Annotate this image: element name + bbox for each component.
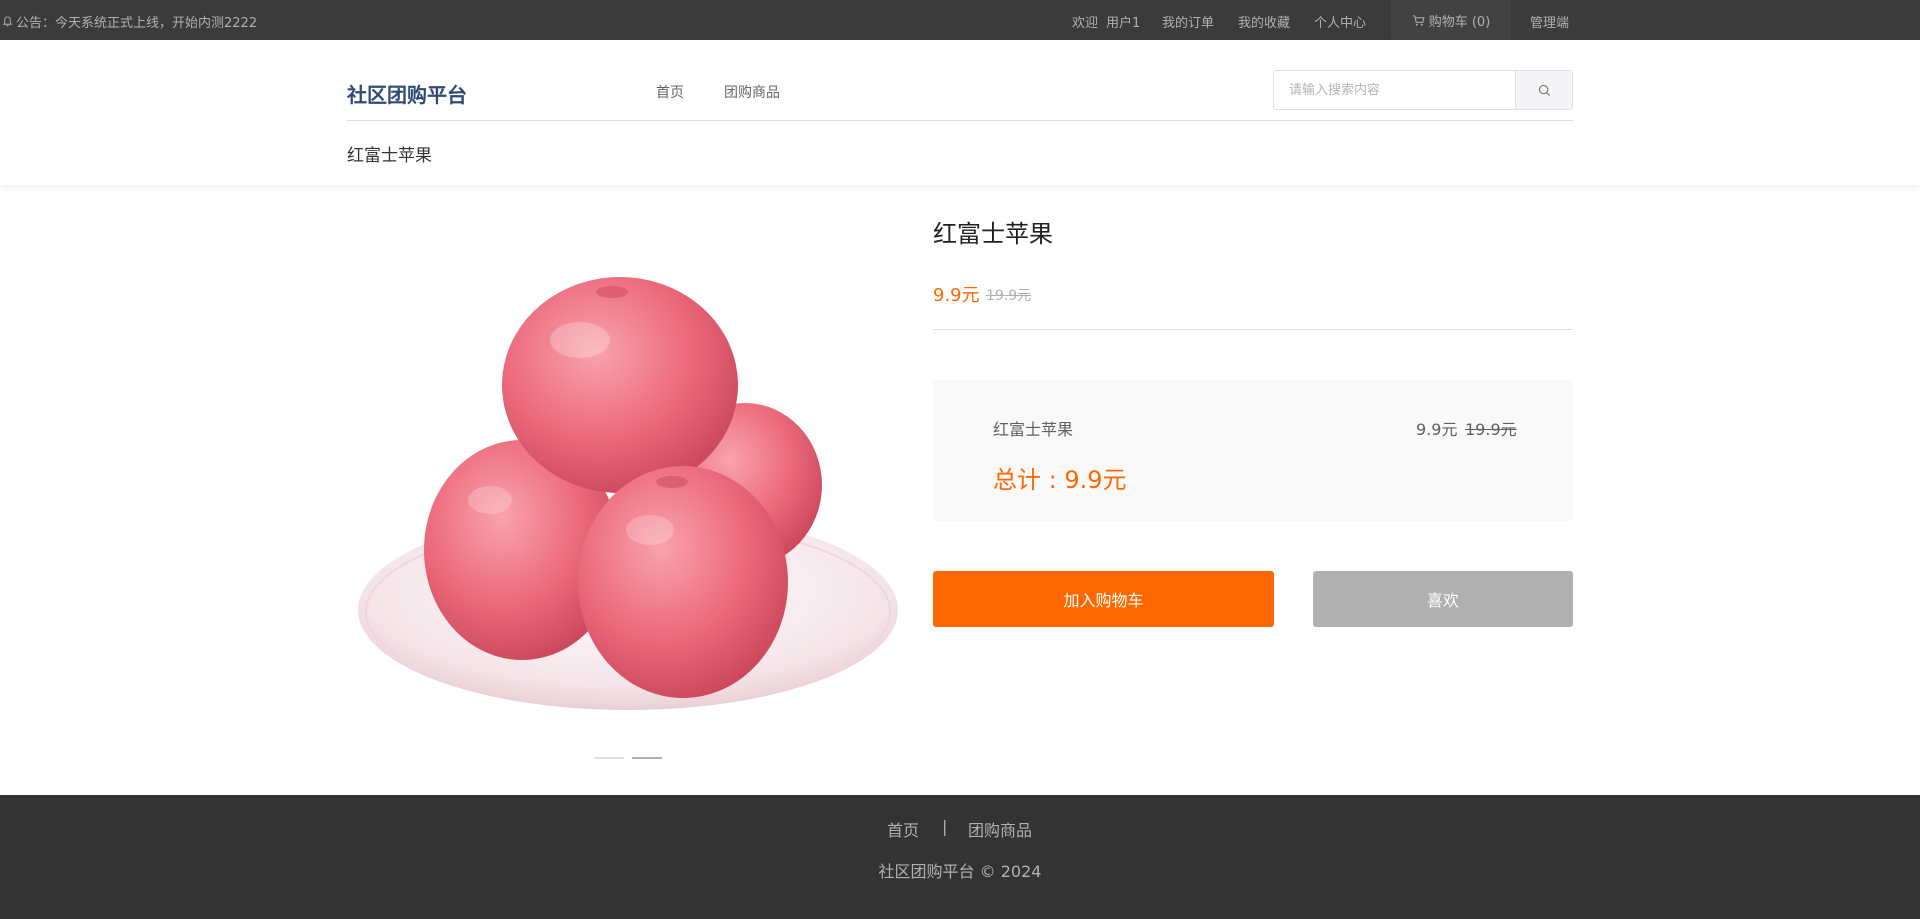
- add-to-cart-button[interactable]: 加入购物车: [933, 571, 1274, 627]
- like-button[interactable]: 喜欢: [1313, 571, 1573, 627]
- bell-icon: [2, 16, 13, 27]
- footer-link-group-products[interactable]: 团购商品: [968, 817, 1032, 841]
- welcome-label: 欢迎: [1072, 16, 1099, 31]
- site-footer: 首页 | 团购商品 社区团购平台 © 2024: [0, 795, 1920, 919]
- product-original-price: 19.9元: [986, 288, 1032, 304]
- carousel-dot-2[interactable]: [632, 757, 662, 759]
- breadcrumb: 红富士苹果: [347, 146, 432, 166]
- summary-total: 总计 : 9.9元: [993, 466, 1127, 494]
- summary-price: 9.9元: [1416, 420, 1458, 439]
- footer-separator: |: [942, 817, 948, 836]
- carousel-indicators: [594, 757, 662, 759]
- personal-center-link[interactable]: 个人中心: [1314, 12, 1366, 31]
- product-price: 9.9元: [933, 285, 980, 306]
- order-summary: 红富士苹果 9.9元 19.9元 总计 : 9.9元: [933, 380, 1573, 521]
- product-image: [350, 220, 905, 730]
- cart-icon: [1412, 14, 1425, 26]
- cart-label: 购物车 (0): [1428, 14, 1491, 30]
- search-input[interactable]: [1274, 71, 1515, 109]
- admin-link[interactable]: 管理端: [1530, 12, 1569, 31]
- site-header: 社区团购平台 首页 团购商品 红富士苹果: [0, 40, 1920, 185]
- my-favorites-link[interactable]: 我的收藏: [1238, 12, 1290, 31]
- site-logo[interactable]: 社区团购平台: [347, 79, 467, 108]
- announcement-text: 公告：今天系统正式上线，开始内测2222: [16, 16, 258, 31]
- search-box: [1273, 70, 1573, 110]
- cart-button[interactable]: 购物车 (0): [1391, 0, 1511, 40]
- top-bar: 公告：今天系统正式上线，开始内测2222 欢迎 用户1 我的订单 我的收藏 个人…: [0, 0, 1920, 40]
- search-icon: [1538, 84, 1550, 96]
- announcement: 公告：今天系统正式上线，开始内测2222: [2, 12, 257, 31]
- summary-original-price: 19.9元: [1465, 420, 1517, 439]
- my-orders-link[interactable]: 我的订单: [1162, 12, 1214, 31]
- footer-link-home[interactable]: 首页: [887, 817, 919, 841]
- footer-copyright: 社区团购平台 © 2024: [878, 862, 1042, 881]
- apple-image: [358, 277, 898, 710]
- info-divider: [933, 329, 1573, 330]
- search-button[interactable]: [1515, 71, 1572, 109]
- product-title: 红富士苹果: [933, 220, 1053, 248]
- username-link[interactable]: 用户1: [1106, 12, 1140, 31]
- nav-home[interactable]: 首页: [656, 82, 684, 102]
- nav-group-products[interactable]: 团购商品: [724, 82, 780, 102]
- header-divider: [347, 120, 1573, 121]
- carousel-dot-1[interactable]: [594, 757, 624, 759]
- summary-product-name: 红富士苹果: [993, 420, 1074, 439]
